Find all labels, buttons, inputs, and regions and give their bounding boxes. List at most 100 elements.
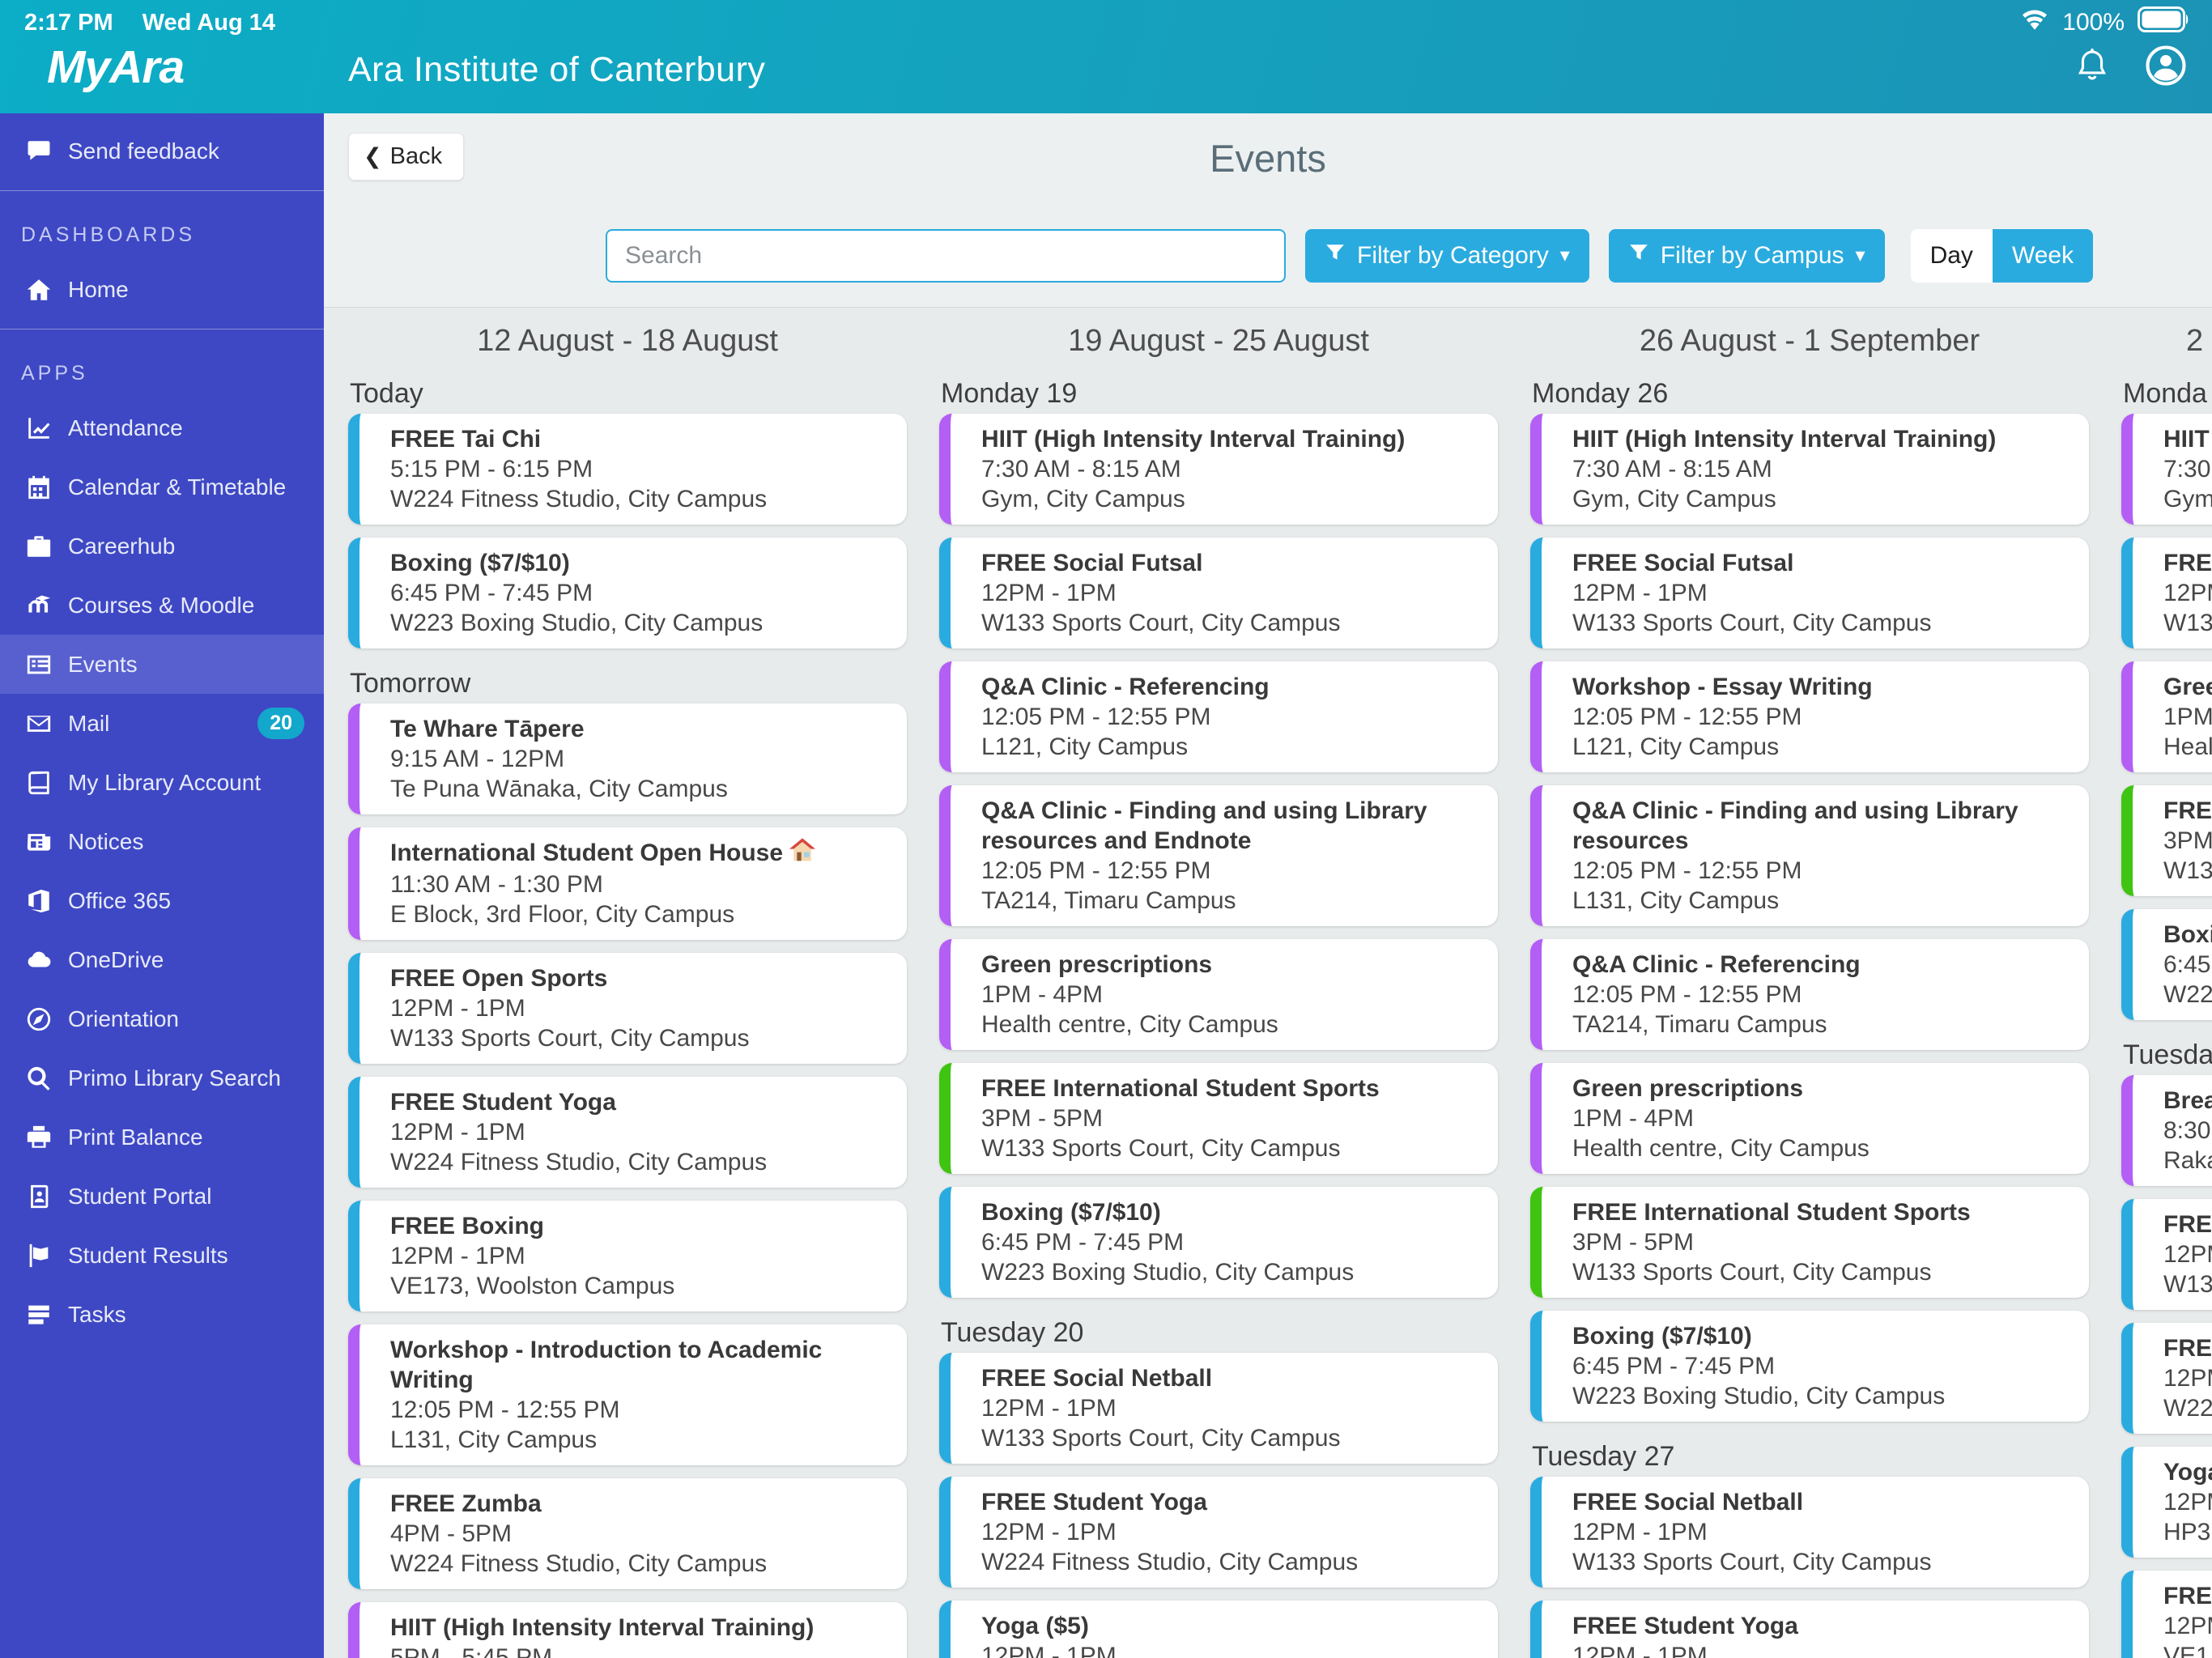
event-card[interactable]: HIIT (High Intensity Interval Training) 5… [348,1602,907,1658]
event-title: Yoga ($5) [981,1613,1089,1639]
sidebar-item-onedrive[interactable]: OneDrive [0,930,324,989]
event-card[interactable]: Workshop - Introduction to Academic Writ… [348,1324,907,1465]
event-card[interactable]: Q&A Clinic - Finding and using Library r… [1530,785,2089,926]
event-card[interactable]: Boxi 6:45 W22 [2121,909,2212,1020]
event-time: 6:45 PM - 7:45 PM [1572,1353,1776,1380]
sidebar-item-home[interactable]: Home [0,260,324,319]
sidebar-item-calendar-timetable[interactable]: Calendar & Timetable [0,457,324,517]
event-title: FREE Social Netball [981,1365,1213,1392]
event-card[interactable]: Brea 8:30 Raka [2121,1075,2212,1186]
event-card[interactable]: International Student Open House 11:30 AM… [348,827,907,940]
event-card[interactable]: FREE Social Futsal 12PM - 1PM W133 Sports … [939,538,1498,648]
event-location: W133 Sports Court, City Campus [1572,1259,1932,1286]
event-location: Gym, City Campus [1572,486,1776,512]
day-header: Today [350,378,423,409]
event-title: Yoga [2163,1459,2212,1486]
sidebar-item-tasks[interactable]: Tasks [0,1285,324,1344]
week-header: 19 August - 25 August [1068,324,1369,358]
sidebar-item-label: Notices [68,828,144,854]
event-card[interactable]: FREE 12PM W13 [2121,538,2212,648]
event-card[interactable]: Yoga ($5) 12PM - 1PM [939,1601,1498,1658]
event-card[interactable]: Q&A Clinic - Referencing 12:05 PM - 12:55… [1530,939,2089,1050]
event-card[interactable]: Green prescriptions 1PM - 4PM Health centr… [1530,1063,2089,1174]
event-card[interactable]: FREE Tai Chi 5:15 PM - 6:15 PM W224 Fitnes… [348,414,907,525]
sidebar-item-send-feedback[interactable]: Send feedback [0,121,324,181]
house-emoji-icon [789,838,816,869]
event-title: Workshop - Essay Writing [1572,674,1873,700]
event-card[interactable]: Boxing ($7/$10) 6:45 PM - 7:45 PM W223 Box… [1530,1311,2089,1422]
event-card[interactable]: FREE 3PM W13 [2121,785,2212,896]
event-card[interactable]: Q&A Clinic - Referencing 12:05 PM - 12:55… [939,661,1498,772]
event-card[interactable]: FREE Social Netball 12PM - 1PM W133 Sports… [1530,1477,2089,1588]
sidebar-item-primo-library-search[interactable]: Primo Library Search [0,1048,324,1107]
sidebar-item-notices[interactable]: Notices [0,812,324,871]
sidebar-item-careerhub[interactable]: Careerhub [0,517,324,576]
event-card[interactable]: FREE Student Yoga 12PM - 1PM W224 Fitness … [348,1077,907,1188]
back-button[interactable]: ❮ Back [348,133,465,181]
event-time: 7:30 [2163,456,2211,483]
event-card[interactable]: Yoga 12PM HP3 [2121,1447,2212,1558]
search-input[interactable] [606,228,1286,283]
cloud-icon [23,944,55,976]
week-toggle-button[interactable]: Week [1992,228,2094,283]
event-card[interactable]: FREE 12PM VE1 [2121,1571,2212,1658]
week-header: 12 August - 18 August [477,324,778,358]
event-card[interactable]: FREE Social Netball 12PM - 1PM W133 Sports… [939,1353,1498,1464]
sidebar-item-orientation[interactable]: Orientation [0,989,324,1048]
event-time: 12PM - 1PM [981,1519,1117,1545]
event-card[interactable]: HIIT (High Intensity Interval Training) 7… [939,414,1498,525]
sidebar-item-courses-moodle[interactable]: Courses & Moodle [0,576,324,635]
event-time: 7:30 AM - 8:15 AM [981,456,1181,483]
event-card[interactable]: FREE Student Yoga 12PM - 1PM W224 Fitness … [939,1477,1498,1588]
day-header: Monday 26 [1532,378,1669,409]
day-header: Tomorrow [350,668,471,699]
event-card[interactable]: FREE Zumba 4PM - 5PM W224 Fitness Studio, … [348,1478,907,1589]
event-card[interactable]: FREE Boxing 12PM - 1PM VE173, Woolston Cam… [348,1201,907,1312]
event-title: HIIT (High Intensity Interval Training) [1572,426,1997,453]
sidebar-item-my-library-account[interactable]: My Library Account [0,753,324,812]
event-time: 5PM - 5:45 PM [390,1644,553,1658]
event-card[interactable]: HIIT 7:30 Gym, [2121,414,2212,525]
event-title: HIIT (High Intensity Interval Training) [981,426,1406,453]
filter-by-category-button[interactable]: Filter by Category ▾ [1305,228,1589,283]
sidebar-item-office-365[interactable]: Office 365 [0,871,324,930]
event-card[interactable]: Gree 1PM Heal [2121,661,2212,772]
briefcase-icon [23,530,55,563]
event-location: W133 Sports Court, City Campus [1572,1549,1932,1575]
event-card[interactable]: FREE 12PM W13 [2121,1199,2212,1310]
sidebar-item-student-results[interactable]: Student Results [0,1226,324,1285]
event-card[interactable]: FREE Student Yoga 12PM - 1PM [1530,1601,2089,1658]
event-title: FREE Zumba [390,1490,542,1517]
event-location: L121, City Campus [1572,733,1780,760]
event-card[interactable]: Boxing ($7/$10) 6:45 PM - 7:45 PM W223 Box… [939,1187,1498,1298]
event-card[interactable]: Workshop - Essay Writing 12:05 PM - 12:55… [1530,661,2089,772]
event-card[interactable]: FREE International Student Sports 3PM - 5… [939,1063,1498,1174]
event-card[interactable]: FREE International Student Sports 3PM - 5… [1530,1187,2089,1298]
sidebar-item-mail[interactable]: Mail 20 [0,694,324,753]
profile-avatar-icon[interactable] [2144,44,2188,91]
sidebar-item-print-balance[interactable]: Print Balance [0,1107,324,1167]
event-time: 3PM - 5PM [981,1105,1104,1132]
notifications-bell-icon[interactable] [2074,47,2110,90]
sidebar-item-student-portal[interactable]: Student Portal [0,1167,324,1226]
event-card[interactable]: Q&A Clinic - Finding and using Library r… [939,785,1498,926]
event-card[interactable]: FREE Social Futsal 12PM - 1PM W133 Sports … [1530,538,2089,648]
event-card[interactable]: Boxing ($7/$10) 6:45 PM - 7:45 PM W223 Box… [348,538,907,648]
event-time: 1PM [2163,704,2212,730]
event-card[interactable]: Green prescriptions 1PM - 4PM Health centr… [939,939,1498,1050]
event-time: 3PM [2163,827,2212,854]
event-title: Gree [2163,674,2212,700]
event-time: 12PM - 1PM [390,995,525,1022]
event-title: Workshop - Introduction to Academic Writ… [390,1337,823,1393]
event-location: W224 Fitness Studio, City Campus [981,1549,1359,1575]
sidebar-item-label: OneDrive [68,946,164,972]
event-card[interactable]: FREE 12PM W22 [2121,1323,2212,1434]
sidebar-item-attendance[interactable]: Attendance [0,398,324,457]
day-toggle-button[interactable]: Day [1910,228,1993,283]
filter-campus-label: Filter by Campus [1660,241,1844,269]
sidebar-item-events[interactable]: Events [0,635,324,694]
event-card[interactable]: Te Whare Tāpere 9:15 AM - 12PM Te Puna Wān… [348,704,907,814]
event-card[interactable]: FREE Open Sports 12PM - 1PM W133 Sports Co… [348,953,907,1064]
event-card[interactable]: HIIT (High Intensity Interval Training) 7… [1530,414,2089,525]
filter-by-campus-button[interactable]: Filter by Campus ▾ [1608,228,1885,283]
